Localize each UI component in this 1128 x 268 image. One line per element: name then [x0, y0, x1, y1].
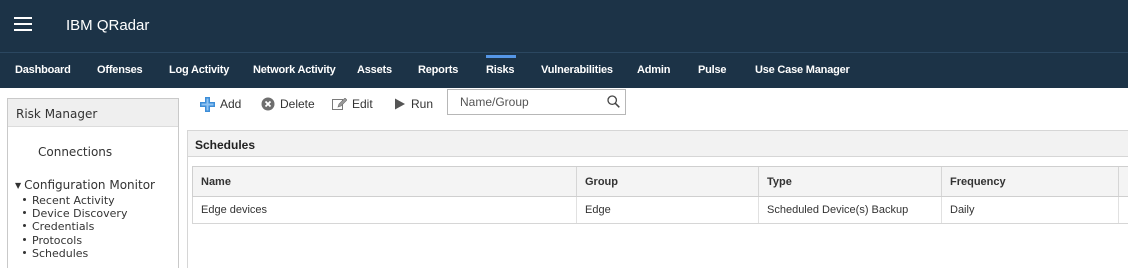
sidebar-item-label: Device Discovery [32, 207, 128, 220]
delete-circle-icon [261, 97, 275, 111]
edit-icon [332, 97, 347, 110]
sidebar-item-label: Recent Activity [32, 194, 115, 207]
run-button[interactable]: Run [394, 96, 433, 112]
cell-type: Scheduled Device(s) Backup [758, 197, 908, 223]
table-row[interactable]: Edge devices Edge Scheduled Device(s) Ba… [192, 197, 1128, 224]
sidebar-item-configuration-monitor[interactable]: ▼ Configuration Monitor [15, 178, 155, 192]
bullet-icon [23, 251, 26, 254]
tab-dashboard[interactable]: Dashboard [15, 64, 71, 76]
schedules-table: Name Group Type Frequency Edge devices E… [192, 166, 1128, 224]
tab-pulse[interactable]: Pulse [698, 64, 727, 76]
delete-button-label: Delete [280, 97, 315, 111]
cell-extra [1118, 197, 1127, 223]
bullet-icon [23, 211, 26, 214]
column-header-group[interactable]: Group [576, 167, 618, 196]
sidebar-item-credentials[interactable]: Credentials [23, 221, 94, 233]
title-bar: IBM QRadar [0, 0, 1128, 52]
tab-admin[interactable]: Admin [637, 64, 670, 76]
tab-use-case-manager[interactable]: Use Case Manager [755, 64, 850, 76]
search-icon[interactable] [607, 95, 620, 108]
column-header-name[interactable]: Name [193, 167, 231, 196]
search-box [447, 89, 626, 115]
bullet-icon [23, 224, 26, 227]
main-nav: Dashboard Offenses Log Activity Network … [0, 52, 1128, 88]
tab-network-activity[interactable]: Network Activity [253, 64, 336, 76]
sidebar-item-label: Schedules [32, 247, 89, 260]
play-icon [395, 98, 405, 110]
cell-frequency: Daily [941, 197, 974, 223]
sidebar-title: Risk Manager [8, 99, 178, 127]
section-title: Schedules [187, 130, 1128, 157]
bullet-icon [23, 198, 26, 201]
sidebar-item-connections[interactable]: Connections [38, 145, 112, 159]
sidebar-item-label: Configuration Monitor [24, 178, 155, 192]
column-header-type[interactable]: Type [758, 167, 792, 196]
search-input[interactable] [448, 90, 598, 114]
column-header-extra [1118, 167, 1127, 196]
sidebar-item-schedules[interactable]: Schedules [23, 248, 88, 260]
sidebar-item-device-discovery[interactable]: Device Discovery [23, 208, 127, 220]
edit-button-label: Edit [352, 97, 373, 111]
run-button-label: Run [411, 97, 434, 111]
tab-risks[interactable]: Risks [486, 64, 515, 76]
add-button-label: Add [220, 97, 242, 111]
edit-button[interactable]: Edit [332, 96, 373, 112]
triangle-down-icon: ▼ [15, 181, 22, 190]
tab-reports[interactable]: Reports [418, 64, 458, 76]
sidebar-item-label: Protocols [32, 234, 83, 247]
app-title: IBM QRadar [66, 17, 150, 34]
active-tab-indicator [486, 55, 516, 58]
sidebar-item-protocols[interactable]: Protocols [23, 235, 82, 247]
tab-offenses[interactable]: Offenses [97, 64, 143, 76]
column-header-frequency[interactable]: Frequency [941, 167, 1006, 196]
bullet-icon [23, 238, 26, 241]
risk-manager-sidebar: Risk Manager Connections ▼ Configuration … [7, 98, 179, 268]
cell-name: Edge devices [201, 204, 268, 216]
delete-button[interactable]: Delete [261, 96, 315, 112]
hamburger-menu-icon[interactable] [14, 17, 32, 33]
tab-vulnerabilities[interactable]: Vulnerabilities [541, 64, 613, 76]
sidebar-item-label: Credentials [32, 220, 95, 233]
add-button[interactable]: Add [200, 96, 241, 112]
sidebar-item-recent-activity[interactable]: Recent Activity [23, 195, 115, 207]
cell-group: Edge [576, 197, 611, 223]
table-header: Name Group Type Frequency [192, 166, 1128, 197]
plus-icon [200, 96, 215, 112]
tab-log-activity[interactable]: Log Activity [169, 64, 229, 76]
tab-assets[interactable]: Assets [357, 64, 392, 76]
